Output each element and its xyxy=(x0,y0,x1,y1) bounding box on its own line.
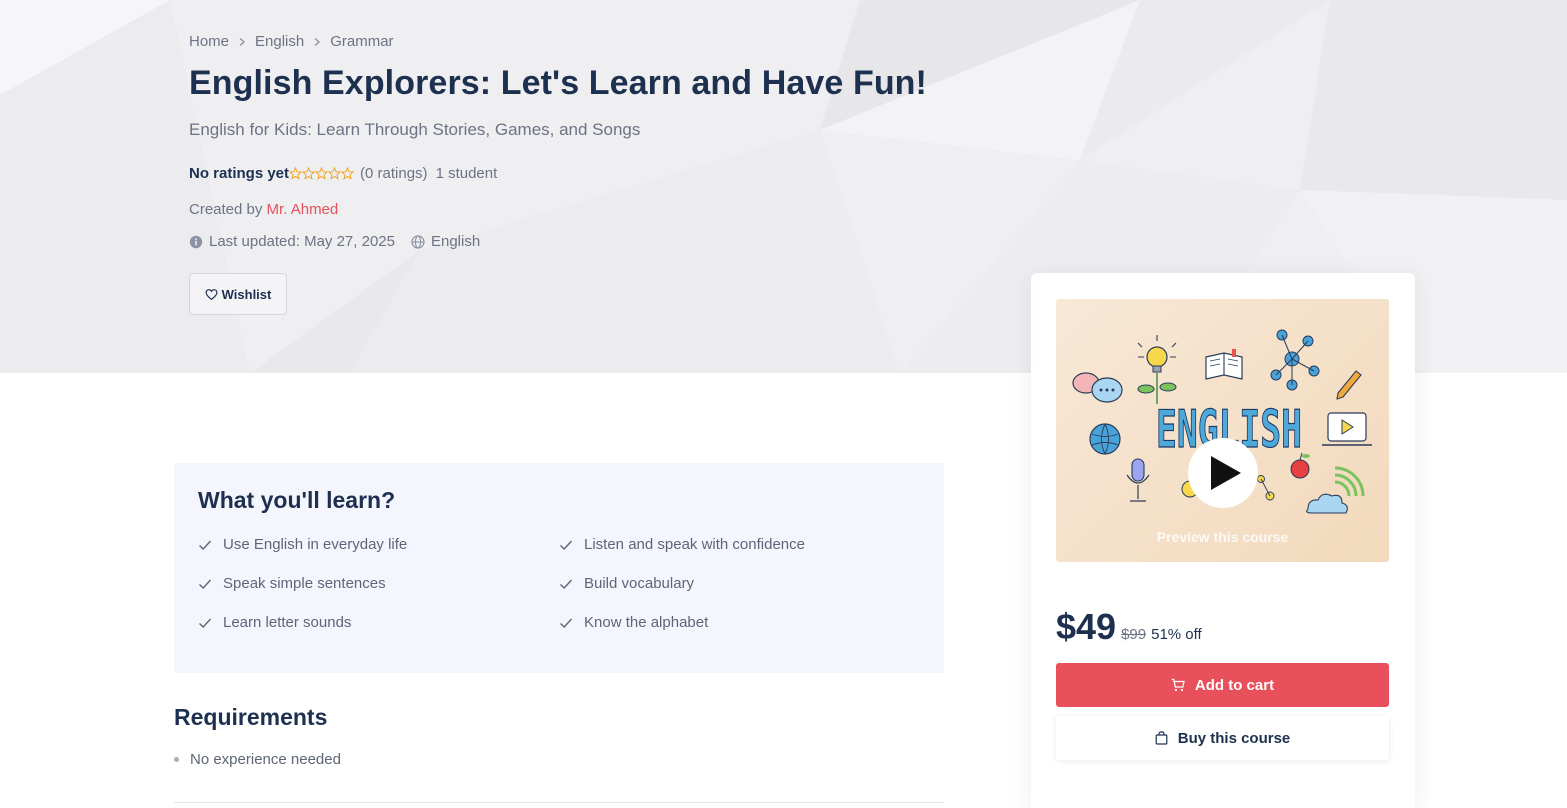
requirements-title: Requirements xyxy=(174,704,328,730)
wishlist-button[interactable]: Wishlist xyxy=(189,273,287,315)
learn-item-text: Learn letter sounds xyxy=(223,614,352,631)
star-outline-icon xyxy=(302,167,316,180)
breadcrumb: Home English Grammar xyxy=(189,33,394,50)
check-icon xyxy=(560,579,573,589)
chevron-right-icon xyxy=(239,37,246,46)
learn-item-text: Use English in everyday life xyxy=(223,536,408,553)
course-meta: Last updated: May 27, 2025 English xyxy=(189,233,480,250)
breadcrumb-english[interactable]: English xyxy=(255,33,304,50)
cart-icon xyxy=(1171,678,1185,692)
breadcrumb-grammar[interactable]: Grammar xyxy=(330,33,393,50)
course-title: English Explorers: Let's Learn and Have … xyxy=(189,64,927,102)
price-row: $49 $99 51% off xyxy=(1056,606,1202,648)
students-count: 1 student xyxy=(435,165,498,182)
play-button[interactable] xyxy=(1188,438,1258,508)
learn-item-text: Listen and speak with confidence xyxy=(584,536,805,553)
course-subtitle: English for Kids: Learn Through Stories,… xyxy=(189,120,641,139)
rating-label: No ratings yet xyxy=(189,165,290,182)
learn-item: Know the alphabet xyxy=(559,614,708,631)
wishlist-label: Wishlist xyxy=(221,286,272,302)
bullet-icon xyxy=(174,757,179,762)
buy-course-button[interactable]: Buy this course xyxy=(1056,716,1389,760)
course-language: English xyxy=(430,233,481,250)
check-icon xyxy=(560,540,573,550)
info-icon xyxy=(189,235,203,248)
purchase-card: ENGLISH Preview this course $49 $99 51% … xyxy=(1031,273,1415,808)
discount-label: 51% off xyxy=(1151,626,1202,643)
learn-item: Learn letter sounds xyxy=(198,614,351,631)
star-outline-icon xyxy=(328,167,342,180)
globe-icon xyxy=(411,234,425,249)
requirement-item: No experience needed xyxy=(174,751,341,768)
rating-row: No ratings yet (0 ratings) 1 student xyxy=(189,165,497,182)
check-icon xyxy=(560,618,573,628)
created-by-label: Created by xyxy=(189,201,263,218)
breadcrumb-home[interactable]: Home xyxy=(189,33,229,50)
last-updated: Last updated: May 27, 2025 xyxy=(209,233,395,250)
ratings-count: (0 ratings) xyxy=(360,165,428,182)
learn-title: What you'll learn? xyxy=(198,487,396,513)
learn-item: Build vocabulary xyxy=(559,575,694,592)
check-icon xyxy=(199,540,212,550)
star-outline-icon xyxy=(341,167,355,180)
learn-item: Speak simple sentences xyxy=(198,575,386,592)
star-outline-icon xyxy=(289,167,303,180)
add-to-cart-button[interactable]: Add to cart xyxy=(1056,663,1389,707)
learn-item: Listen and speak with confidence xyxy=(559,536,805,553)
rating-stars xyxy=(289,167,355,180)
learn-item-text: Speak simple sentences xyxy=(223,575,386,592)
created-by: Created by Mr. Ahmed xyxy=(189,201,338,218)
play-icon xyxy=(1211,456,1241,490)
buy-course-label: Buy this course xyxy=(1177,729,1291,747)
author-link[interactable]: Mr. Ahmed xyxy=(267,201,339,218)
requirement-text: No experience needed xyxy=(190,751,341,768)
preview-label[interactable]: Preview this course xyxy=(1056,529,1389,545)
original-price: $99 xyxy=(1121,626,1147,643)
english-illustration: ENGLISH xyxy=(1072,329,1372,514)
check-icon xyxy=(199,618,212,628)
what-you-learn-section: What you'll learn? Use English in everyd… xyxy=(174,463,944,673)
learn-item-text: Know the alphabet xyxy=(584,614,709,631)
shopping-bag-icon xyxy=(1155,731,1168,745)
course-preview-thumbnail[interactable]: ENGLISH Preview this course xyxy=(1056,299,1389,562)
current-price: $49 xyxy=(1056,606,1117,647)
learn-item: Use English in everyday life xyxy=(198,536,407,553)
check-icon xyxy=(199,579,212,589)
heart-icon xyxy=(205,288,218,300)
learn-item-text: Build vocabulary xyxy=(584,575,695,592)
add-to-cart-label: Add to cart xyxy=(1194,676,1275,694)
section-divider xyxy=(174,802,944,803)
chevron-right-icon xyxy=(314,37,321,46)
star-outline-icon xyxy=(315,167,329,180)
